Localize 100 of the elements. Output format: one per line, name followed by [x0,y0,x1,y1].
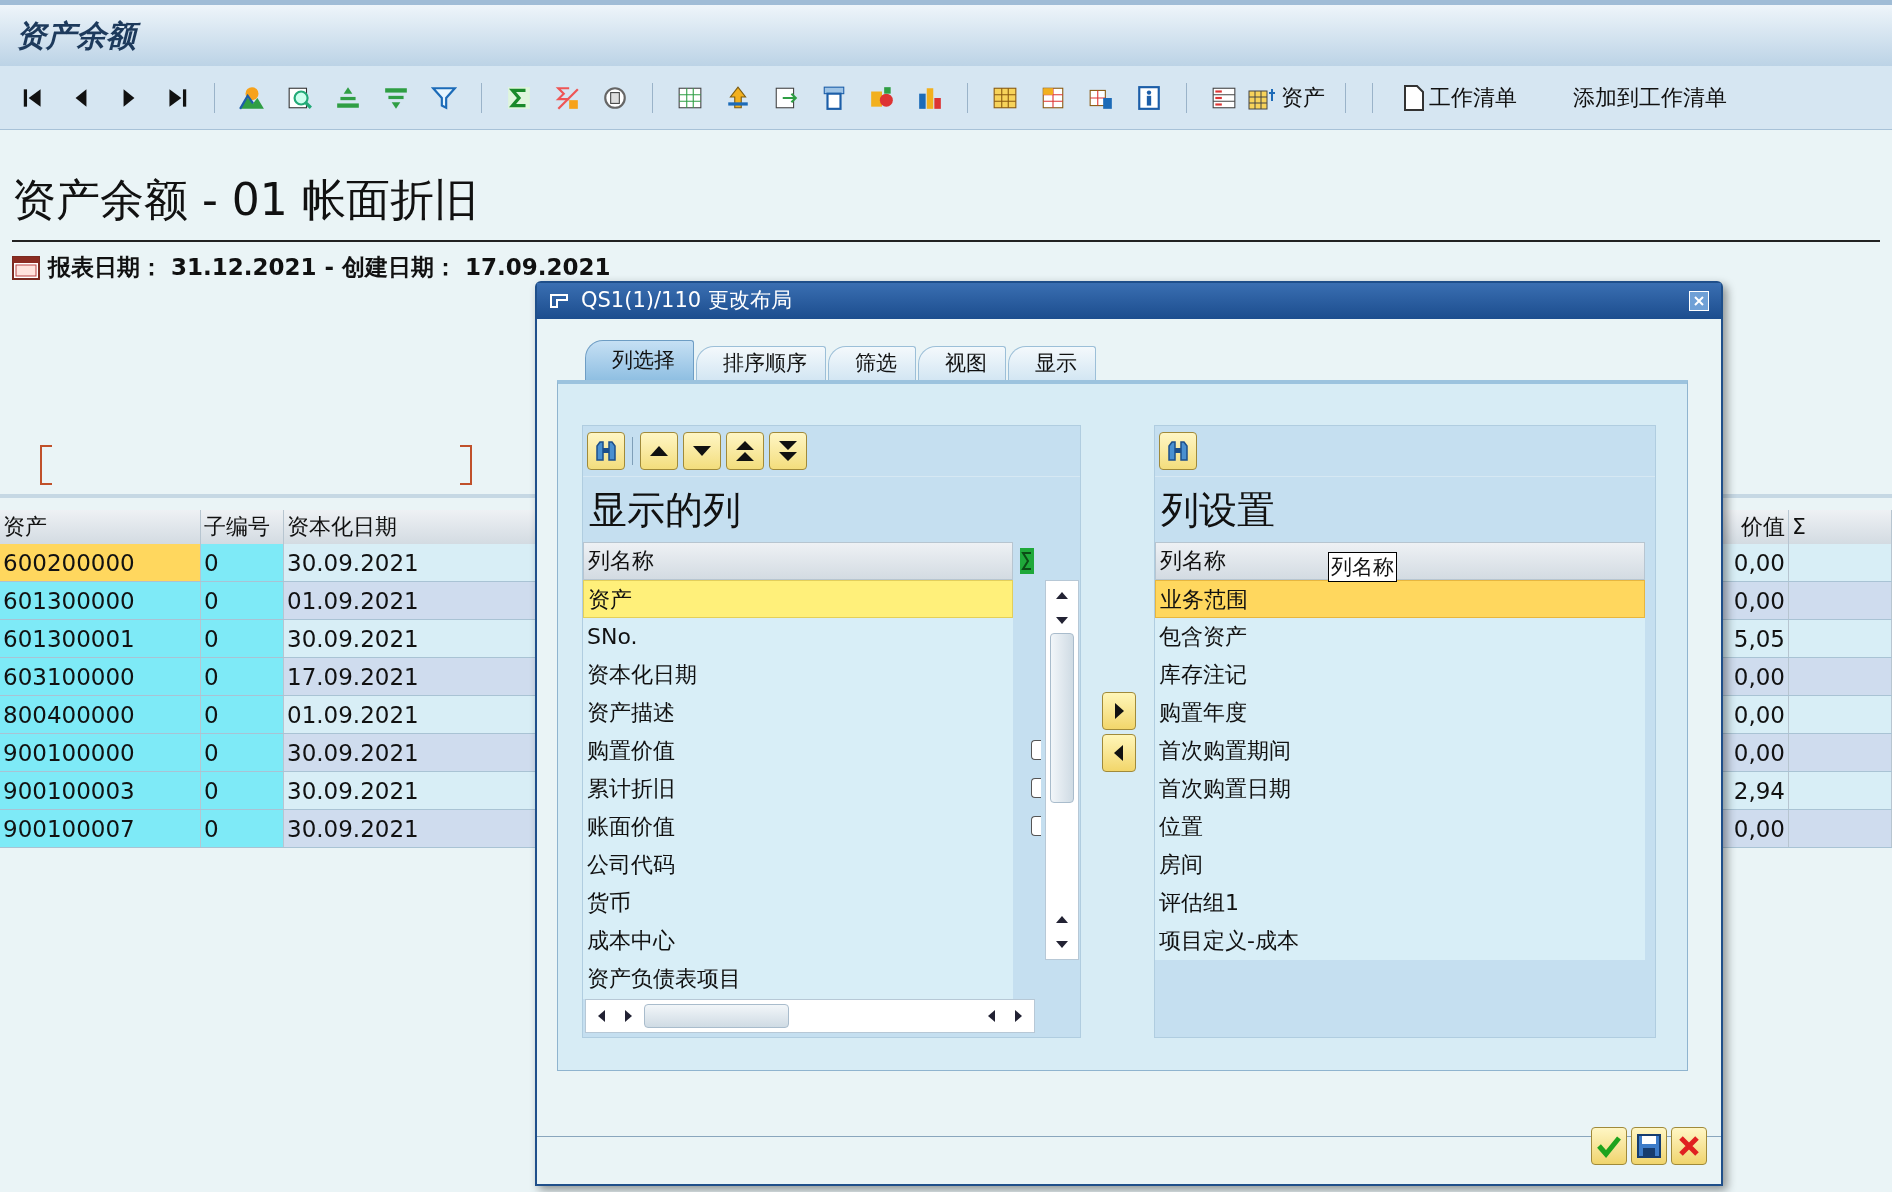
binoculars-icon[interactable] [1165,438,1191,464]
cancel-button[interactable] [1671,1127,1707,1165]
move-left-button[interactable] [1102,734,1136,772]
list-item[interactable]: 资产 [583,580,1013,618]
checkbox[interactable] [1031,778,1041,798]
checkbox[interactable] [1031,740,1041,760]
sum-icon[interactable] [506,84,532,111]
checkbox[interactable] [1031,816,1041,836]
double-triangle-down-icon[interactable] [777,439,799,463]
table-cell: 0 [201,543,284,581]
mountain-chart-icon[interactable] [239,84,265,111]
cancel-icon[interactable] [1677,1134,1701,1158]
list-item[interactable]: 业务范围 [1155,580,1645,618]
list-item[interactable]: 首次购置期间 [1155,732,1645,770]
list-item[interactable]: 公司代码 [583,846,1013,884]
move-down-button[interactable] [683,432,721,470]
column-header[interactable]: 列名称 [583,542,1013,580]
column-header[interactable]: 价值 [1722,509,1789,544]
table-cell: 800400000 [0,695,201,733]
document-icon[interactable] [602,84,628,111]
triangle-up-icon[interactable] [648,444,670,458]
table-cell: 5,05 [1722,619,1789,657]
list-item[interactable]: 累计折旧 [583,770,1013,808]
save-icon[interactable] [1636,1133,1662,1159]
frame-corner-icon [40,444,52,485]
list-item[interactable]: SNo. [583,618,1013,656]
tab[interactable]: 视图 [918,346,1006,380]
list-item[interactable]: 位置 [1155,808,1645,846]
dialog-title: QS1(1)/110 更改布局 [581,287,792,315]
table-cell: 0 [201,619,284,657]
list-item[interactable]: 资本化日期 [583,656,1013,694]
list-item[interactable]: 货币 [583,884,1013,922]
list-item[interactable]: 资产描述 [583,694,1013,732]
table-cell: 0 [201,581,284,619]
column-header[interactable]: Σ [1789,509,1892,544]
move-top-button[interactable] [726,432,764,470]
table-cell: 0,00 [1722,733,1789,771]
toolbar-button[interactable]: 添加到工作清单 [1573,79,1727,116]
vertical-scrollbar[interactable] [1045,580,1079,960]
move-up-button[interactable] [640,432,678,470]
document-icon[interactable] [1403,83,1425,112]
upload-icon[interactable] [725,84,751,111]
column-header[interactable]: 资产 [0,509,201,544]
table-cell: 0 [201,657,284,695]
find-button[interactable] [1159,432,1197,470]
list-item[interactable]: 库存注记 [1155,656,1645,694]
table-cell: 601300001 [0,619,201,657]
table-cell: 601300000 [0,581,201,619]
table-cell: 0 [201,809,284,847]
list-item[interactable]: 首次购置日期 [1155,770,1645,808]
find-button[interactable] [587,432,625,470]
list-item[interactable]: 项目定义-成本 [1155,922,1645,960]
list-item[interactable]: 账面价值 [583,808,1013,846]
print-preview-icon[interactable] [821,84,847,111]
list-item[interactable]: 购置年度 [1155,694,1645,732]
tab[interactable]: 筛选 [828,346,916,380]
tab[interactable]: 排序顺序 [696,346,826,380]
scroll-thumb[interactable] [644,1004,789,1028]
table-cell: 600200000 [0,543,201,581]
tab[interactable]: 显示 [1008,346,1096,380]
list-item[interactable]: 包含资产 [1155,618,1645,656]
triangle-right-icon[interactable] [1112,701,1126,721]
list-item[interactable]: 房间 [1155,846,1645,884]
table-cell: 603100000 [0,657,201,695]
table-cell: 0,00 [1722,809,1789,847]
move-bottom-button[interactable] [769,432,807,470]
report-dates: 报表日期： 31.12.2021 - 创建日期： 17.09.2021 [48,253,611,282]
checkmark-icon[interactable] [1596,1134,1622,1158]
column-header[interactable]: 子编号 [201,509,284,544]
move-right-button[interactable] [1102,692,1136,730]
triangle-down-icon[interactable] [691,444,713,458]
table-cell: 0 [201,695,284,733]
table-cell: 0 [201,733,284,771]
subtotal-icon[interactable] [554,84,580,111]
triangle-left-icon[interactable] [1112,743,1126,763]
tooltip: 列名称 [1328,552,1397,582]
tab[interactable]: 列选择 [585,340,694,380]
table-cell: 0,00 [1722,695,1789,733]
info-icon[interactable] [1136,84,1162,111]
window-title: 资产余额 [16,15,144,56]
list-item[interactable]: 评估组1 [1155,884,1645,922]
save-button[interactable] [1631,1127,1667,1165]
table-cell: 900100000 [0,733,201,771]
toolbar-button[interactable]: 资产 [1247,79,1325,116]
report-title: 资产余额 - 01 帐面折旧 [12,173,479,227]
list-item[interactable]: 购置价值 [583,732,1013,770]
binoculars-icon[interactable] [593,438,619,464]
list-item[interactable]: 资产负债表项目 [583,960,1013,998]
table-cell: 0,00 [1722,581,1789,619]
filter-icon[interactable] [431,84,457,111]
scroll-thumb[interactable] [1050,633,1074,803]
list-item[interactable]: 成本中心 [583,922,1013,960]
double-triangle-up-icon[interactable] [734,439,756,463]
frame-corner-icon [460,444,472,485]
table-cell: 0 [201,771,284,809]
horizontal-scrollbar[interactable] [585,999,1035,1033]
table-cell: 0,00 [1722,657,1789,695]
table-cell: 900100007 [0,809,201,847]
toolbar-button[interactable]: 工作清单 [1403,79,1517,116]
table-cell: 0,00 [1722,543,1789,581]
